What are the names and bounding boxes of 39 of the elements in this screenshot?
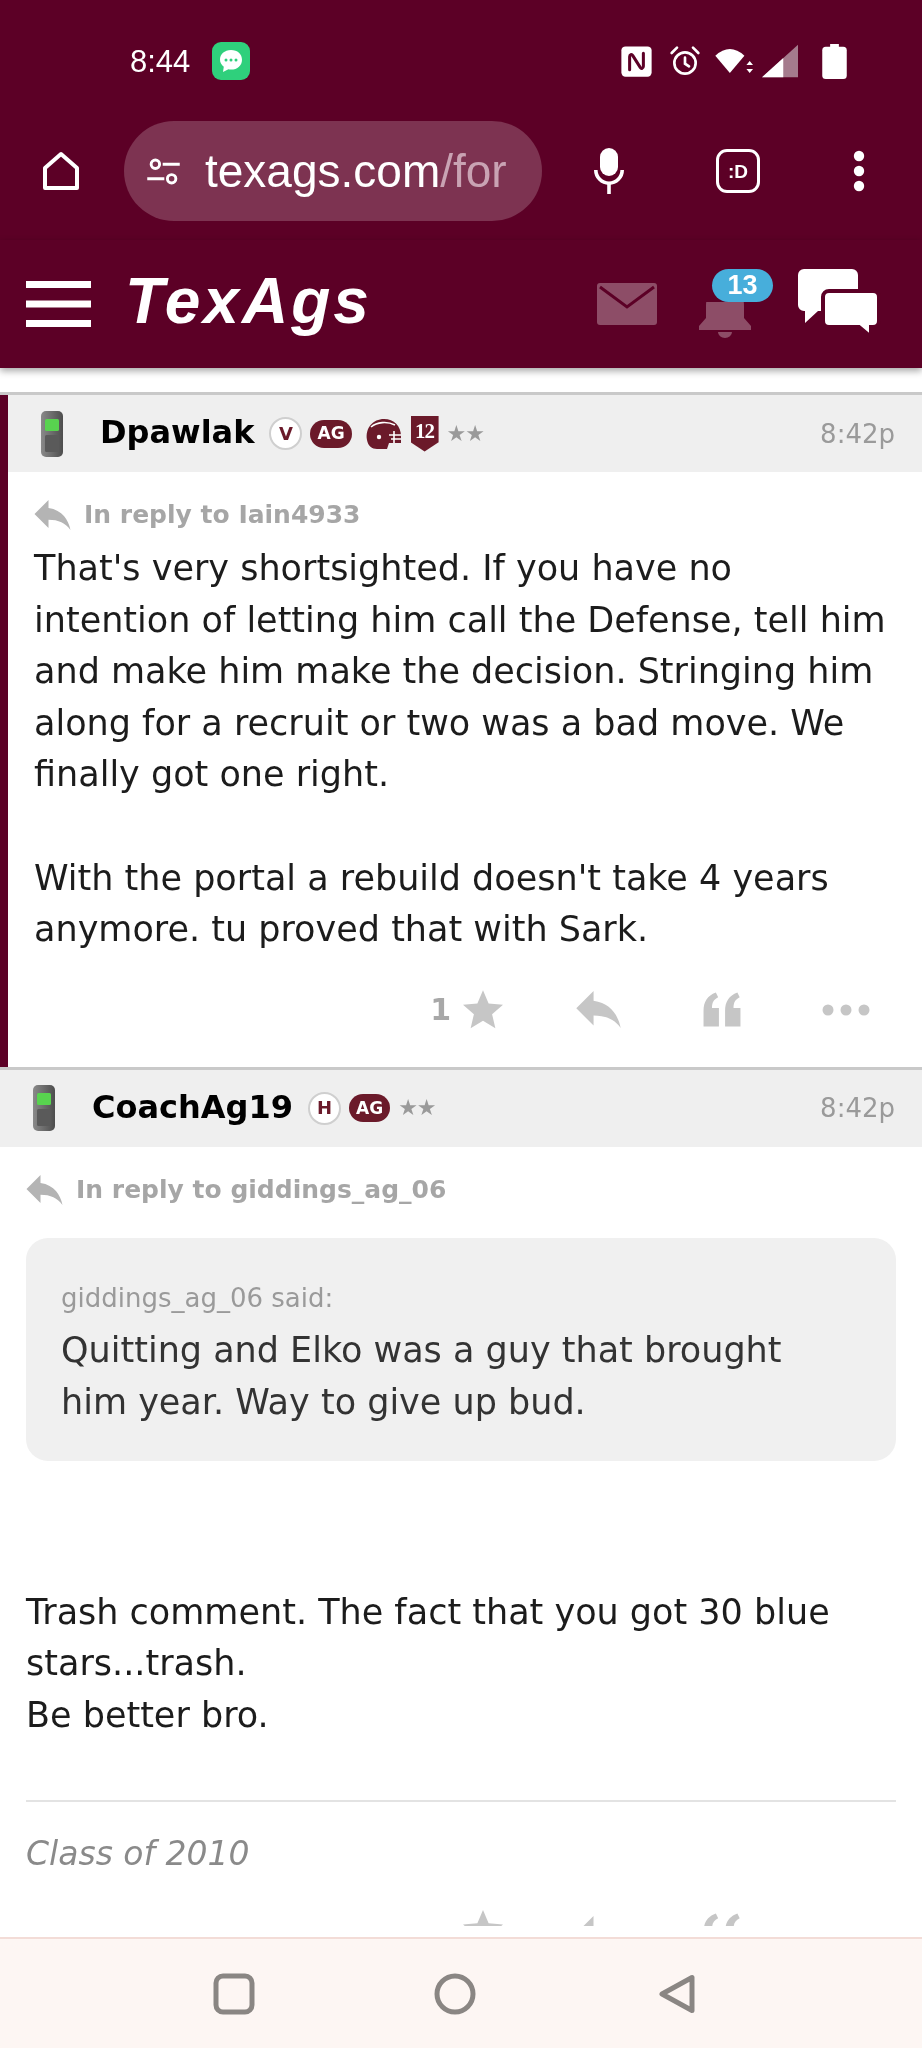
- signal-icon: [760, 43, 800, 79]
- reply-arrow-icon: [34, 500, 71, 530]
- label-badge: AG: [310, 419, 352, 448]
- nfc-icon: [620, 44, 653, 78]
- reply-icon[interactable]: [575, 991, 621, 1029]
- mail-icon[interactable]: [597, 283, 657, 325]
- menu-icon[interactable]: [26, 281, 91, 327]
- home-circle-icon[interactable]: [434, 1972, 476, 2015]
- site-logo[interactable]: TexAgs: [125, 269, 372, 339]
- letter-badge: V: [269, 417, 303, 450]
- post-time: 8:42p: [820, 1095, 895, 1122]
- letter-badge: H: [308, 1091, 341, 1125]
- quote-attribution: giddings_ag_06 said:: [61, 1281, 335, 1315]
- post-time: 8:42p: [820, 420, 895, 447]
- label-badge: AG: [349, 1094, 391, 1123]
- microphone-icon[interactable]: [594, 147, 624, 195]
- star-icon[interactable]: [463, 990, 503, 1030]
- quote-text: Quitting and Elko was a guy that brought him year. Way to give up bud.: [61, 1328, 783, 1424]
- address-bar[interactable]: texags.com/for: [124, 121, 542, 221]
- recent-apps-icon[interactable]: [213, 1972, 255, 2015]
- cellphone-icon: [39, 410, 66, 457]
- post-text: That's very shortsighted. If you have no intention of letting him call the Defense, tell him and make him make the decision. Stringing him along for a recruit or two was a bad move. We finally got one right. With the portal a rebuild doesn't take 4 years anymore. tu proved that with Sark.: [34, 547, 887, 952]
- username[interactable]: CoachAg19: [92, 1090, 293, 1126]
- status-time: 8:44: [130, 45, 191, 77]
- post-text: Trash comment. The fact that you got 30 blue stars...trash. Be better bro.: [26, 1590, 831, 1737]
- rank-stars: ★★: [446, 422, 485, 445]
- username[interactable]: Dpawlak: [100, 416, 255, 451]
- quote-icon[interactable]: [702, 991, 742, 1029]
- back-icon[interactable]: [657, 1972, 697, 2015]
- cellphone-icon: [31, 1085, 58, 1132]
- extension-button[interactable]: :D: [716, 149, 760, 193]
- message-app-icon: [212, 42, 251, 80]
- signature-text: Class of 2010: [26, 1832, 251, 1875]
- battery-icon: [822, 43, 847, 79]
- star-count: 1: [430, 994, 451, 1025]
- rank-stars: ★★: [398, 1097, 436, 1120]
- shield-badge: 12: [410, 415, 439, 452]
- alarm-icon: [669, 45, 701, 77]
- reply-arrow-icon: [26, 1174, 63, 1205]
